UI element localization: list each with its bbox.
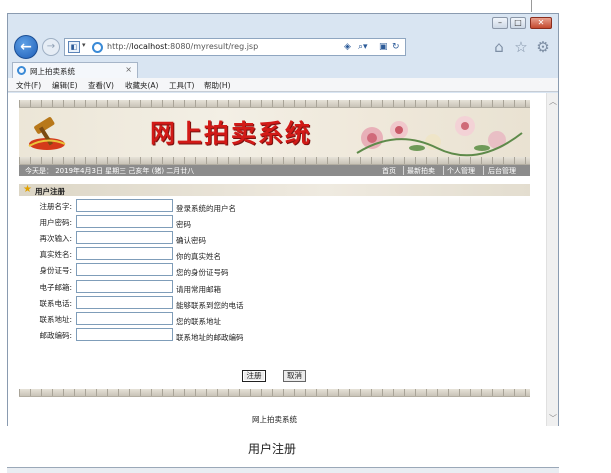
url-text[interactable]: http://localhost:8080/myresult/reg.jsp [107, 42, 258, 51]
home-icon[interactable]: ⌂ [490, 38, 508, 56]
username-input[interactable] [76, 199, 173, 212]
field-row-password: 用户密码: 密码 [19, 214, 530, 230]
address-bar[interactable]: ◧ ▾ http://localhost:8080/myresult/reg.j… [64, 38, 406, 56]
next-window-edge [7, 467, 559, 473]
tab-bar: 网上拍卖系统 × [8, 62, 558, 78]
form-title: 用户注册 [35, 187, 65, 196]
page-viewport: 网上拍卖系统 今天是： 2019年4月3日 星期三 己亥年 (猪) 二月廿八 首… [8, 93, 558, 426]
field-hint: 确认密码 [176, 236, 206, 245]
site-banner: 网上拍卖系统 [19, 108, 530, 157]
cancel-button[interactable]: 取消 [283, 370, 306, 382]
menu-file[interactable]: 文件(F) [16, 80, 41, 91]
footer-text: 网上拍卖系统 [252, 415, 297, 424]
field-row-real-name: 真实姓名: 你的真实姓名 [19, 246, 530, 262]
address-input[interactable] [76, 312, 173, 325]
refresh-icon[interactable]: ↻ [392, 41, 400, 53]
decorative-border-bottom [19, 389, 530, 397]
close-icon[interactable]: × [125, 65, 132, 74]
menu-bar: 文件(F) 编辑(E) 查看(V) 收藏夹(A) 工具(T) 帮助(H) [8, 78, 558, 92]
ie-icon [17, 66, 26, 75]
field-hint: 您的身份证号码 [176, 268, 229, 277]
field-label: 再次输入: [39, 234, 72, 243]
field-label: 联系电话: [39, 299, 72, 308]
security-icon[interactable]: ◈ [344, 41, 351, 53]
confirm-password-input[interactable] [76, 231, 173, 244]
divider [483, 166, 484, 175]
ie-icon [92, 42, 103, 53]
decorative-border-mid [19, 157, 530, 165]
browser-window: – □ ✕ ← → ◧ ▾ http://localhost:8080/myre… [7, 13, 559, 426]
field-row-email: 电子邮箱: 请用常用邮箱 [19, 279, 530, 295]
field-row-username: 注册名字: 登录系统的用户名 [19, 198, 530, 214]
compat-view-icon[interactable]: ◧ [68, 41, 80, 53]
field-hint: 密码 [176, 220, 191, 229]
field-row-phone: 联系电话: 能够联系到您的电话 [19, 295, 530, 311]
settings-gear-icon[interactable]: ⚙ [534, 38, 552, 56]
chevron-down-icon[interactable]: ▾ [82, 41, 86, 49]
tab-label: 网上拍卖系统 [30, 67, 75, 76]
real-name-input[interactable] [76, 247, 173, 260]
scroll-down-icon[interactable]: ﹀ [548, 413, 558, 424]
compat-icon[interactable]: ▣ [379, 41, 388, 53]
forward-icon[interactable]: → [42, 38, 60, 56]
field-hint: 登录系统的用户名 [176, 204, 236, 213]
divider [403, 166, 404, 175]
field-label: 用户密码: [39, 218, 72, 227]
flower-decoration [356, 116, 523, 157]
minimize-button[interactable]: – [492, 17, 508, 29]
nav-personal[interactable]: 个人管理 [447, 166, 475, 176]
decorative-border-top [19, 100, 530, 108]
field-hint: 你的真实姓名 [176, 252, 221, 261]
form-header: ★ 用户注册 [19, 184, 530, 196]
search-icon[interactable]: ⌕▾ [358, 41, 368, 53]
field-hint: 请用常用邮箱 [176, 285, 221, 294]
field-label: 电子邮箱: [39, 283, 72, 292]
star-icon: ★ [23, 184, 32, 195]
scroll-up-icon[interactable]: ︿ [548, 96, 558, 107]
field-label: 注册名字: [39, 202, 72, 211]
site-status-bar: 今天是： 2019年4月3日 星期三 己亥年 (猪) 二月廿八 首页 最新拍卖 … [19, 165, 530, 176]
field-hint: 联系地址的邮政编码 [176, 333, 244, 342]
date-text: 今天是： 2019年4月3日 星期三 己亥年 (猪) 二月廿八 [25, 167, 195, 175]
divider [531, 0, 532, 12]
field-row-confirm-password: 再次输入: 确认密码 [19, 230, 530, 246]
menu-view[interactable]: 查看(V) [88, 80, 114, 91]
menu-help[interactable]: 帮助(H) [204, 80, 231, 91]
field-label: 联系地址: [39, 315, 72, 324]
register-button[interactable]: 注册 [242, 370, 266, 382]
close-window-button[interactable]: ✕ [530, 17, 552, 29]
menu-edit[interactable]: 编辑(E) [52, 80, 78, 91]
figure-caption: 用户注册 [247, 442, 296, 456]
maximize-button[interactable]: □ [510, 17, 526, 29]
navigation-bar: ← → ◧ ▾ http://localhost:8080/myresult/r… [8, 32, 558, 62]
favorites-star-icon[interactable]: ☆ [512, 38, 530, 56]
menu-tools[interactable]: 工具(T) [169, 80, 194, 91]
field-row-id-number: 身份证号: 您的身份证号码 [19, 262, 530, 278]
banner-title: 网上拍卖系统 [150, 119, 313, 148]
hammer-icon [28, 117, 66, 150]
page: – □ ✕ ← → ◧ ▾ http://localhost:8080/myre… [0, 0, 611, 473]
field-hint: 您的联系地址 [176, 317, 221, 326]
tab-active[interactable]: 网上拍卖系统 × [12, 62, 138, 78]
title-bar: – □ ✕ [8, 14, 558, 32]
phone-input[interactable] [76, 296, 173, 309]
back-icon[interactable]: ← [14, 35, 38, 59]
field-row-address: 联系地址: 您的联系地址 [19, 311, 530, 327]
email-input[interactable] [76, 280, 173, 293]
field-label: 身份证号: [39, 266, 72, 275]
site-content: 网上拍卖系统 今天是： 2019年4月3日 星期三 己亥年 (猪) 二月廿八 首… [19, 100, 530, 426]
nav-home[interactable]: 首页 [382, 166, 396, 176]
field-label: 真实姓名: [39, 250, 72, 259]
divider [443, 166, 444, 175]
vertical-scrollbar[interactable]: ︿ ﹀ [546, 93, 558, 426]
id-number-input[interactable] [76, 263, 173, 276]
field-hint: 能够联系到您的电话 [176, 301, 244, 310]
menu-favorites[interactable]: 收藏夹(A) [125, 80, 158, 91]
field-label: 邮政编码: [39, 331, 72, 340]
postcode-input[interactable] [76, 328, 173, 341]
field-row-postcode: 邮政编码: 联系地址的邮政编码 [19, 327, 530, 343]
nav-latest-auctions[interactable]: 最新拍卖 [407, 166, 435, 176]
nav-admin[interactable]: 后台管理 [488, 166, 516, 176]
password-input[interactable] [76, 215, 173, 228]
